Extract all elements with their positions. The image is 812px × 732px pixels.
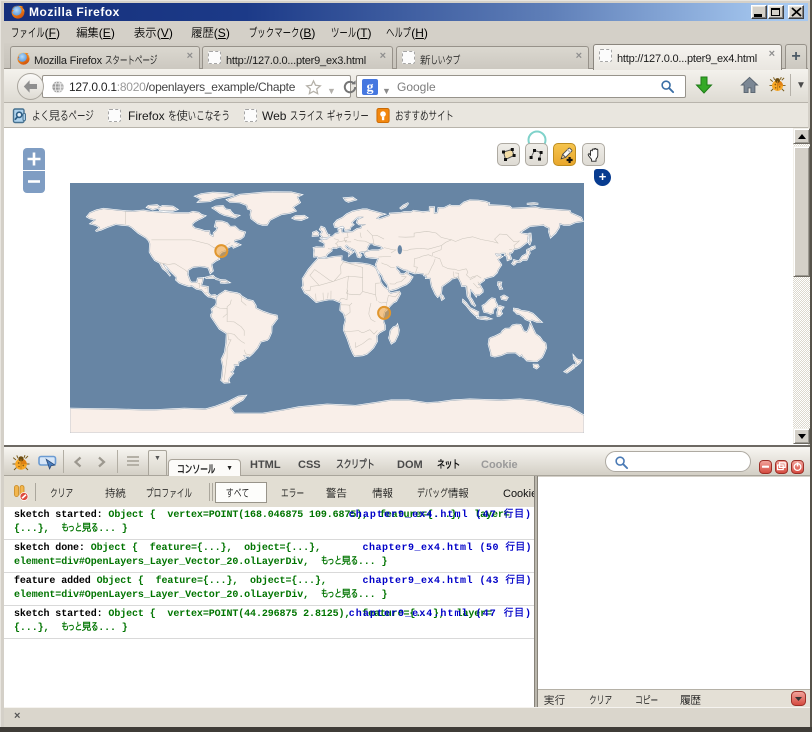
svg-text:g: g <box>367 80 374 95</box>
